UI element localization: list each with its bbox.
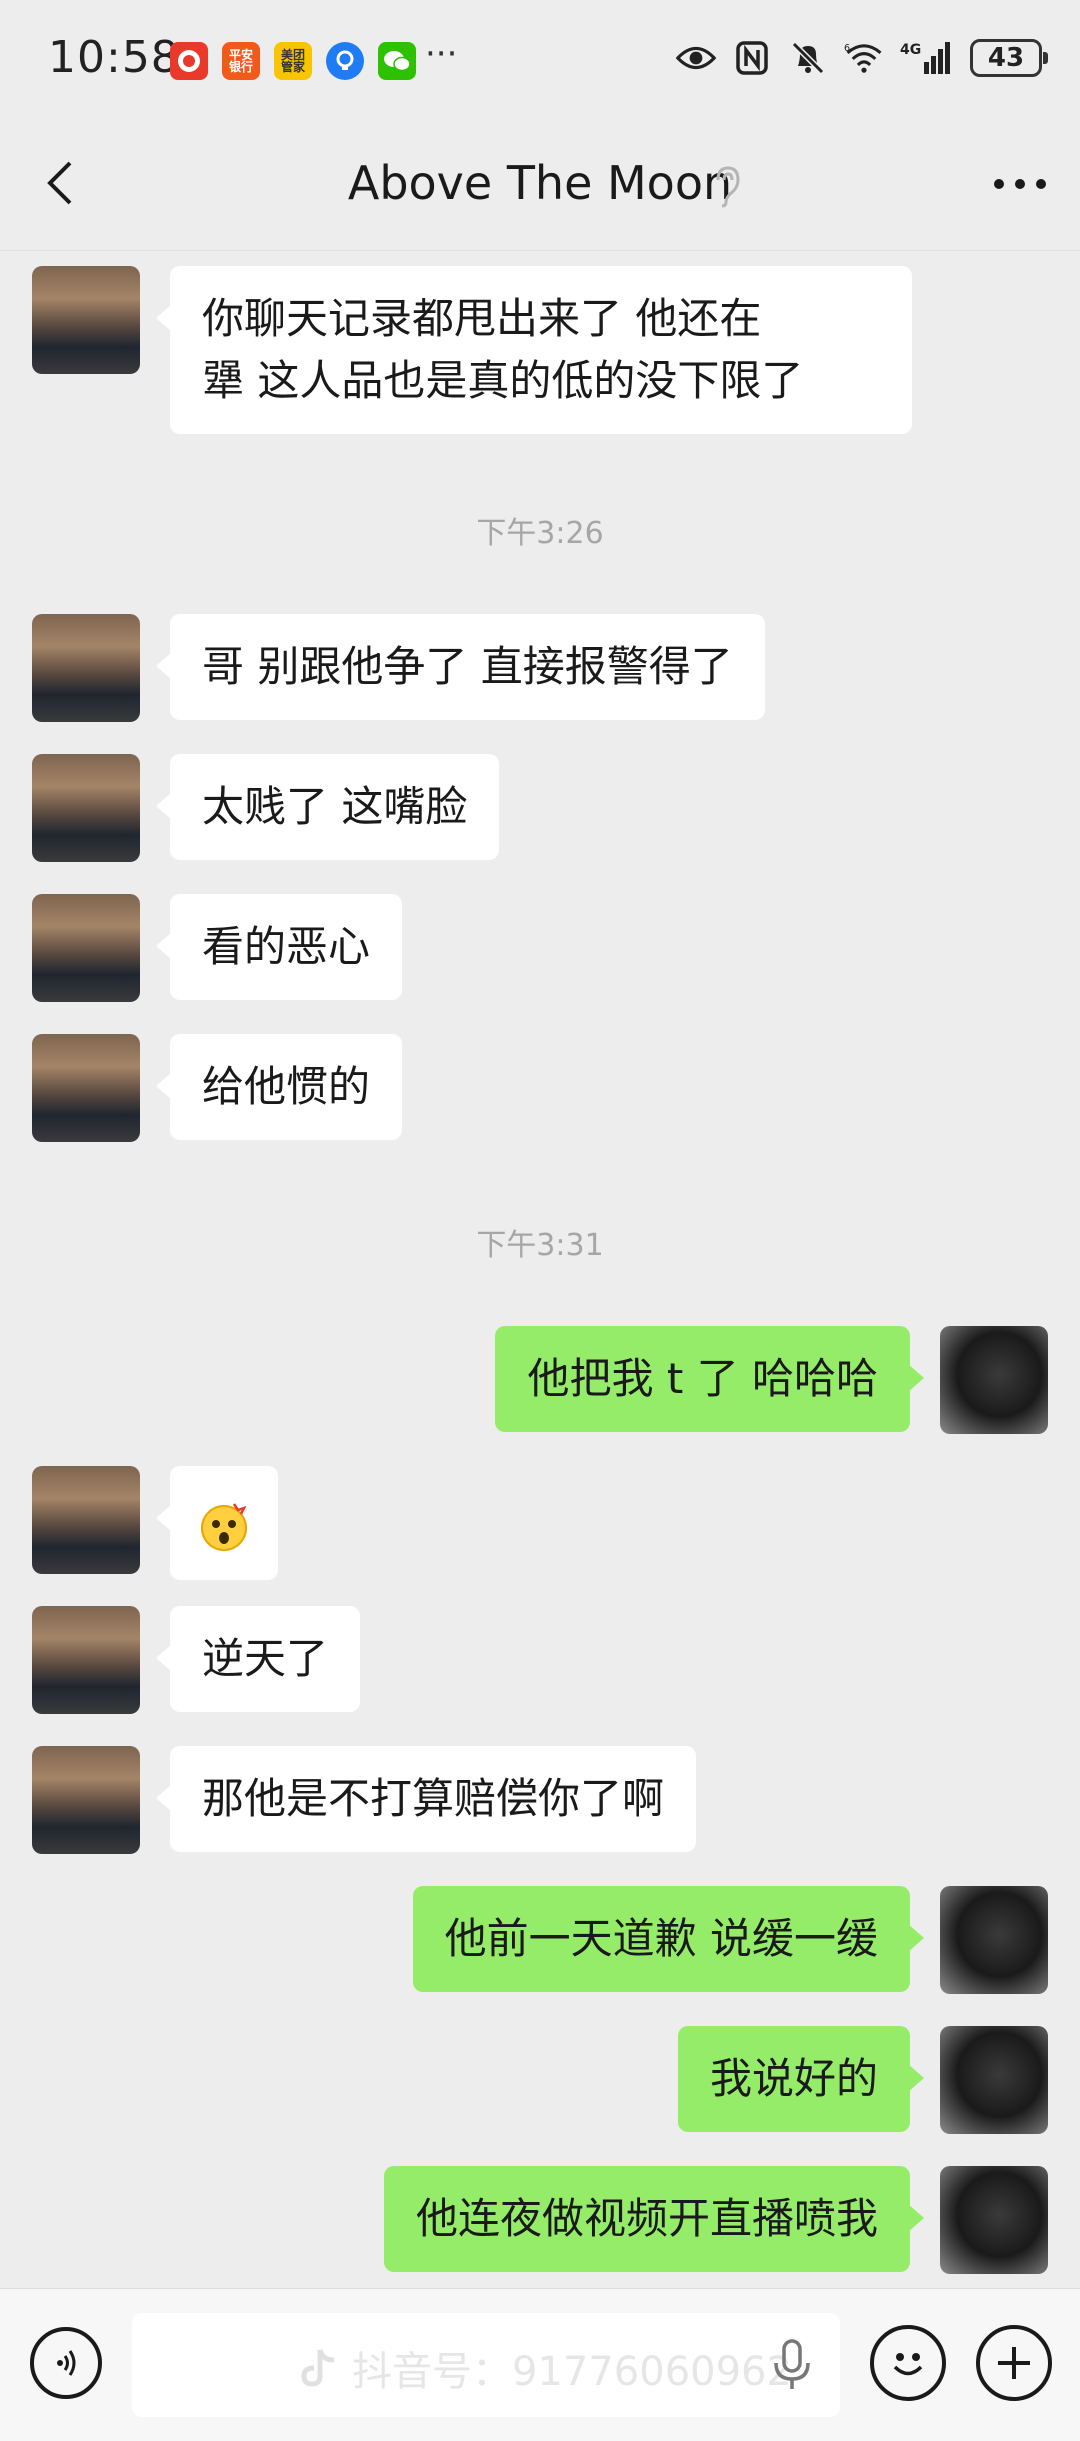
message-input-bar: 抖音号：91776060962 [0,2288,1080,2441]
status-bar: 10:58 平安 银行 美团 管家 ··· 6 4G 43 [0,0,1080,120]
battery-icon: 43 [970,39,1048,77]
wechat-icon [378,42,416,80]
my-avatar[interactable] [940,2026,1048,2134]
message-row: 他连夜做视频开直播喷我 [0,2166,1080,2274]
incoming-bubble[interactable]: 看的恶心 [155,894,403,1000]
plus-icon [998,2347,1030,2379]
contact-avatar[interactable] [32,1746,140,1854]
more-functions-button[interactable] [976,2325,1052,2401]
message-row: 他前一天道歉 说缓一缓 [0,1886,1080,1994]
message-row: 哥 别跟他争了 直接报警得了 [0,614,1080,722]
incoming-bubble[interactable]: 逆天了 [155,1606,361,1712]
contact-avatar[interactable] [32,614,140,722]
emoji-button[interactable] [870,2325,946,2401]
mute-bell-icon [788,38,828,78]
cell-signal-icon: 4G [900,38,954,78]
message-row: 那他是不打算赔偿你了啊 [0,1746,1080,1854]
message-row [0,1466,1080,1580]
status-time: 10:58 [48,32,180,83]
incoming-bubble[interactable]: 给他惯的 [155,1034,403,1140]
timestamp: 下午3:26 [476,516,604,551]
surprised-emoji-icon [201,1502,247,1551]
outgoing-bubble[interactable]: 我说好的 [677,2026,925,2132]
message-list[interactable]: 你聊天记录都甩出来了 他还在 犟 这人品也是真的低的没下限了 下午3:26 哥 … [0,250,1080,2288]
message-input[interactable] [132,2313,840,2417]
contact-avatar[interactable] [32,754,140,862]
message-row: 太贱了 这嘴脸 [0,754,1080,862]
notification-icons: 平安 银行 美团 管家 [170,42,416,80]
lightbulb-app-icon [326,42,364,80]
message-row: 我说好的 [0,2026,1080,2134]
outgoing-bubble[interactable]: 他把我 t 了 哈哈哈 [495,1326,924,1432]
message-row: 你聊天记录都甩出来了 他还在 犟 这人品也是真的低的没下限了 [0,266,1080,436]
svg-text:4G: 4G [900,42,921,58]
nfc-icon [732,38,772,78]
more-notifications-icon: ··· [425,34,458,74]
message-row: 逆天了 [0,1606,1080,1714]
more-options-button[interactable] [990,164,1050,204]
my-avatar[interactable] [940,2166,1048,2274]
system-status-icons: 6 4G 43 [676,38,1048,78]
meituan-icon: 美团 管家 [274,42,312,80]
incoming-emoji-bubble[interactable] [156,1466,278,1580]
incoming-bubble[interactable]: 太贱了 这嘴脸 [155,754,500,860]
eye-icon [676,38,716,78]
outgoing-bubble[interactable]: 他连夜做视频开直播喷我 [383,2166,925,2272]
outgoing-bubble[interactable]: 他前一天道歉 说缓一缓 [412,1886,925,1992]
message-row: 看的恶心 [0,894,1080,1002]
message-row: 他把我 t 了 哈哈哈 [0,1326,1080,1434]
red-app-icon [170,42,208,80]
chat-header: Above The Moon [0,120,1080,251]
contact-avatar[interactable] [32,894,140,1002]
voice-input-button[interactable] [30,2327,102,2399]
ear-speaker-icon[interactable] [710,164,746,208]
wifi-icon: 6 [844,38,884,78]
voice-wave-icon [57,2350,76,2376]
contact-avatar[interactable] [32,266,140,374]
my-avatar[interactable] [940,1326,1048,1434]
incoming-bubble[interactable]: 哥 别跟他争了 直接报警得了 [156,614,765,720]
incoming-bubble[interactable]: 那他是不打算赔偿你了啊 [155,1746,697,1852]
smiley-icon [893,2353,923,2376]
contact-avatar[interactable] [32,1034,140,1142]
incoming-bubble[interactable]: 你聊天记录都甩出来了 他还在 犟 这人品也是真的低的没下限了 [156,266,912,434]
chat-title: Above The Moon [347,156,733,210]
contact-avatar[interactable] [32,1466,140,1574]
microphone-icon[interactable] [770,2337,814,2393]
contact-avatar[interactable] [32,1606,140,1714]
timestamp: 下午3:31 [476,1228,604,1263]
pingan-bank-icon: 平安 银行 [222,42,260,80]
my-avatar[interactable] [940,1886,1048,1994]
svg-text:6: 6 [844,43,850,54]
message-row: 给他惯的 [0,1034,1080,1142]
